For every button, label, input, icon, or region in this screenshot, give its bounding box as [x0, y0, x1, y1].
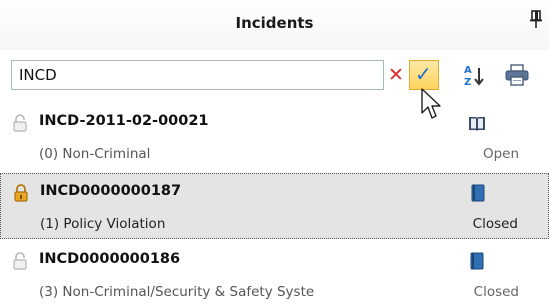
search-input[interactable] — [12, 61, 379, 89]
mouse-pointer-icon — [421, 88, 441, 119]
clear-search-button[interactable]: ✕ — [387, 64, 405, 86]
open-book-icon — [469, 117, 485, 131]
closed-book-icon — [470, 252, 484, 270]
list-item-selected[interactable]: INCD0000000187 (1) Policy Violation Clos… — [0, 173, 549, 239]
closed-book-icon — [471, 184, 485, 202]
checkmark-icon: ✓ — [415, 62, 432, 86]
pin-icon[interactable] — [529, 10, 543, 30]
svg-text:A: A — [464, 65, 472, 76]
list-item[interactable]: INCD0000000186 (3) Non-Criminal/Security… — [0, 242, 549, 308]
incident-id: INCD0000000186 — [39, 251, 181, 267]
sort-az-icon[interactable]: A Z — [463, 62, 485, 88]
list-item[interactable]: INCD-2011-02-00021 (0) Non-Criminal Open — [0, 104, 549, 170]
search-toolbar: ✕ ✓ A Z — [0, 50, 549, 104]
apply-search-button[interactable]: ✓ — [409, 60, 439, 90]
incident-status: Open — [482, 146, 519, 162]
search-box[interactable] — [11, 60, 384, 90]
printer-icon[interactable] — [505, 64, 529, 86]
incident-id: INCD0000000187 — [40, 183, 182, 199]
incident-category: (1) Policy Violation — [40, 216, 166, 232]
locked-icon — [14, 184, 28, 202]
incident-category: (3) Non-Criminal/Security & Safety Syste — [39, 284, 315, 300]
incident-status: Closed — [472, 216, 518, 232]
incident-status: Closed — [473, 284, 519, 300]
panel-header: Incidents — [0, 0, 549, 50]
incident-category: (0) Non-Criminal — [39, 146, 151, 162]
close-icon: ✕ — [388, 64, 404, 86]
panel-title: Incidents — [235, 14, 314, 32]
unlocked-icon — [13, 114, 27, 132]
unlocked-icon — [13, 252, 27, 270]
svg-text:Z: Z — [464, 77, 471, 88]
incident-list: INCD-2011-02-00021 (0) Non-Criminal Open… — [0, 104, 549, 305]
incident-id: INCD-2011-02-00021 — [39, 113, 209, 129]
